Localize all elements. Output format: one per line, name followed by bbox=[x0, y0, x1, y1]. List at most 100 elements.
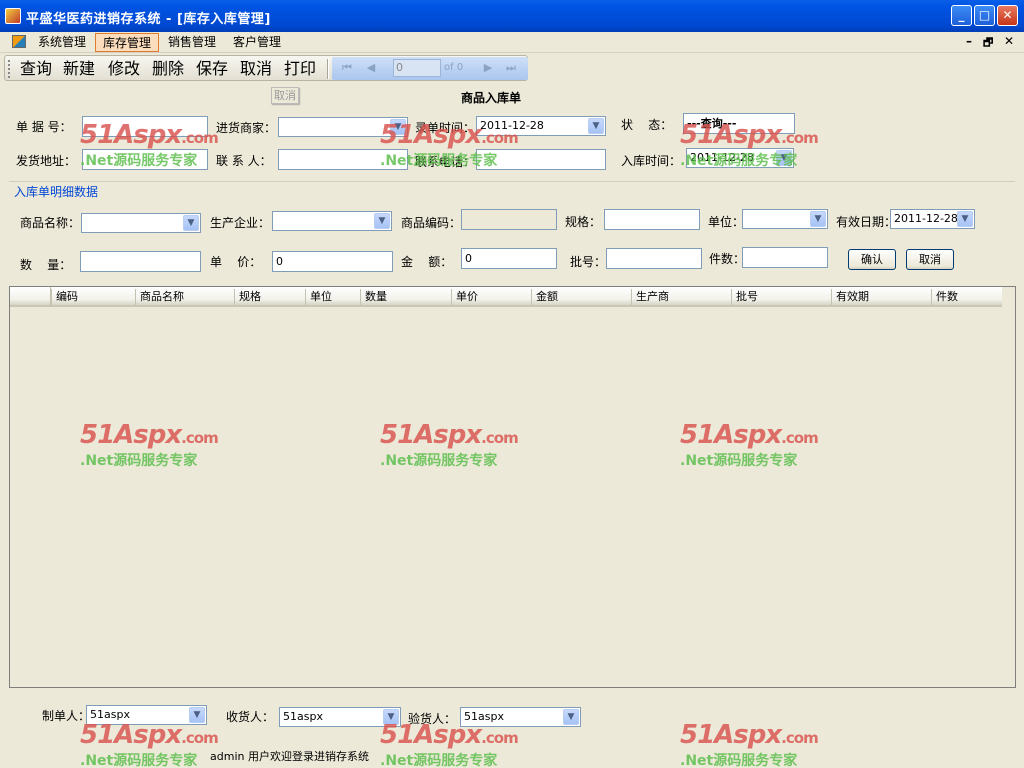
manufacturer-select[interactable]: ▼ bbox=[272, 211, 392, 231]
move-first-icon[interactable]: ⏮ bbox=[340, 61, 354, 75]
unit-price-input[interactable]: 0 bbox=[272, 251, 393, 272]
save-button[interactable]: 保存 bbox=[196, 59, 228, 79]
cancel-button[interactable]: 取消 bbox=[240, 59, 272, 79]
close-button[interactable]: ✕ bbox=[997, 5, 1018, 26]
batch-no-input[interactable] bbox=[606, 248, 702, 269]
column-header-spec[interactable]: 规格 bbox=[234, 289, 305, 305]
mdi-minimize-button[interactable]: – bbox=[966, 34, 972, 48]
detail-cancel-button[interactable]: 取消 bbox=[906, 249, 954, 270]
pieces-input[interactable] bbox=[742, 247, 828, 268]
move-previous-icon[interactable]: ◀ bbox=[364, 61, 378, 75]
confirm-button[interactable]: 确认 bbox=[848, 249, 896, 270]
product-name-select[interactable]: ▼ bbox=[81, 213, 201, 233]
query-button[interactable]: 查询 bbox=[20, 59, 52, 79]
menu-system[interactable]: 系统管理 bbox=[31, 33, 93, 52]
chevron-down-icon[interactable]: ▼ bbox=[189, 707, 205, 723]
receiver-select[interactable]: 51aspx ▼ bbox=[279, 707, 401, 727]
toolbar: 查询 新建 修改 删除 保存 取消 打印 ⏮ ◀ 0 of 0 ▶ ⏭ bbox=[4, 55, 528, 81]
chevron-down-icon[interactable]: ▼ bbox=[776, 150, 792, 166]
amount-label: 金 额： bbox=[401, 255, 453, 269]
cancel-tooltip: 取消 bbox=[271, 87, 299, 104]
chevron-down-icon[interactable]: ▼ bbox=[183, 215, 199, 231]
window-title: 平盛华医药进销存系统 - [库存入库管理] bbox=[26, 12, 271, 27]
count-label: of 0 bbox=[444, 62, 464, 73]
column-header-code[interactable]: 编码 bbox=[51, 289, 135, 305]
move-last-icon[interactable]: ⏭ bbox=[504, 61, 518, 75]
spec-input[interactable] bbox=[604, 209, 700, 230]
app-icon[interactable] bbox=[5, 8, 21, 24]
ship-address-input[interactable] bbox=[82, 149, 208, 170]
new-button[interactable]: 新建 bbox=[63, 59, 95, 79]
phone-label: 联系电话： bbox=[415, 155, 476, 169]
quantity-label: 数 量： bbox=[20, 258, 72, 272]
chevron-down-icon[interactable]: ▼ bbox=[383, 709, 399, 725]
contact-input[interactable] bbox=[278, 149, 408, 170]
status-field[interactable]: ---查询--- bbox=[683, 113, 795, 134]
phone-input[interactable] bbox=[476, 149, 606, 170]
quantity-input[interactable] bbox=[80, 251, 201, 272]
position-input[interactable]: 0 bbox=[393, 59, 441, 77]
edit-button[interactable]: 修改 bbox=[108, 59, 140, 79]
chevron-down-icon[interactable]: ▼ bbox=[563, 709, 579, 725]
column-header-pieces[interactable]: 件数 bbox=[931, 289, 1002, 305]
delete-button[interactable]: 删除 bbox=[152, 59, 184, 79]
column-header-expiry[interactable]: 有效期 bbox=[831, 289, 931, 305]
doc-no-label: 单 据 号： bbox=[16, 120, 72, 134]
product-code-label: 商品编码： bbox=[401, 216, 462, 230]
column-header-unit[interactable]: 单位 bbox=[305, 289, 360, 305]
chevron-down-icon[interactable]: ▼ bbox=[588, 118, 604, 134]
status-label: 状 态： bbox=[621, 118, 673, 132]
menu-customer[interactable]: 客户管理 bbox=[226, 33, 288, 52]
minimize-button[interactable]: _ bbox=[951, 5, 972, 26]
creator-label: 制单人： bbox=[42, 709, 91, 723]
toolbar-grip[interactable] bbox=[8, 60, 11, 78]
detail-group-title: 入库单明细数据 bbox=[14, 185, 99, 199]
unit-select[interactable]: ▼ bbox=[742, 209, 828, 229]
product-name-label: 商品名称： bbox=[20, 216, 81, 230]
mdi-restore-button[interactable]: 🗗 bbox=[983, 34, 993, 53]
menu-inventory[interactable]: 库存管理 bbox=[95, 33, 160, 52]
chevron-down-icon[interactable]: ▼ bbox=[390, 119, 406, 135]
column-header-product-name[interactable]: 商品名称 bbox=[135, 289, 234, 305]
column-header-amount[interactable]: 金额 bbox=[531, 289, 631, 305]
menu-bar: 系统管理 库存管理 销售管理 客户管理 – 🗗 ✕ bbox=[0, 32, 1024, 53]
binding-navigator: ⏮ ◀ 0 of 0 ▶ ⏭ bbox=[332, 57, 528, 80]
detail-grid[interactable]: 编码 商品名称 规格 单位 数量 单价 金额 生产商 批号 有效期 件数 bbox=[9, 286, 1016, 688]
grid-row-header[interactable] bbox=[10, 287, 51, 307]
contact-label: 联 系 人： bbox=[216, 154, 272, 168]
print-button[interactable]: 打印 bbox=[284, 59, 316, 79]
status-bar: admin 用户欢迎登录进销存系统 bbox=[0, 745, 1024, 768]
chevron-down-icon[interactable]: ▼ bbox=[810, 211, 826, 227]
spec-label: 规格： bbox=[565, 215, 602, 229]
column-header-unit-price[interactable]: 单价 bbox=[451, 289, 531, 305]
column-header-quantity[interactable]: 数量 bbox=[360, 289, 451, 305]
mdi-child-icon[interactable] bbox=[12, 35, 26, 48]
column-header-manufacturer[interactable]: 生产商 bbox=[631, 289, 731, 305]
product-code-input[interactable] bbox=[461, 209, 557, 230]
title-bar: 平盛华医药进销存系统 - [库存入库管理] _ □ ✕ bbox=[0, 0, 1024, 32]
entry-time-picker[interactable]: 2011-12-28 ▼ bbox=[476, 116, 606, 136]
grid-header: 编码 商品名称 规格 单位 数量 单价 金额 生产商 批号 有效期 件数 bbox=[10, 287, 1002, 307]
unit-price-label: 单 价： bbox=[210, 255, 262, 269]
column-header-batch-no[interactable]: 批号 bbox=[731, 289, 831, 305]
toolbar-separator bbox=[327, 59, 329, 79]
inspector-select[interactable]: 51aspx ▼ bbox=[460, 707, 581, 727]
move-next-icon[interactable]: ▶ bbox=[481, 61, 495, 75]
entry-time-label: 录单时间： bbox=[415, 121, 476, 135]
maximize-button[interactable]: □ bbox=[974, 5, 995, 26]
status-message: admin 用户欢迎登录进销存系统 bbox=[210, 750, 369, 763]
mdi-close-button[interactable]: ✕ bbox=[1004, 34, 1014, 48]
chevron-down-icon[interactable]: ▼ bbox=[374, 213, 390, 229]
amount-input[interactable]: 0 bbox=[461, 248, 557, 269]
receiver-label: 收货人： bbox=[226, 710, 275, 724]
menu-sales[interactable]: 销售管理 bbox=[161, 33, 223, 52]
supplier-select[interactable]: ▼ bbox=[278, 117, 408, 137]
chevron-down-icon[interactable]: ▼ bbox=[957, 211, 973, 227]
batch-no-label: 批号： bbox=[570, 255, 607, 269]
doc-no-input[interactable] bbox=[82, 116, 208, 137]
stock-in-time-picker[interactable]: 2011-12-28 ▼ bbox=[686, 148, 794, 168]
ship-address-label: 发货地址： bbox=[16, 154, 77, 168]
expiry-picker[interactable]: 2011-12-28 ▼ bbox=[890, 209, 975, 229]
form-title: 商品入库单 bbox=[461, 91, 522, 105]
creator-select[interactable]: 51aspx ▼ bbox=[86, 705, 207, 725]
